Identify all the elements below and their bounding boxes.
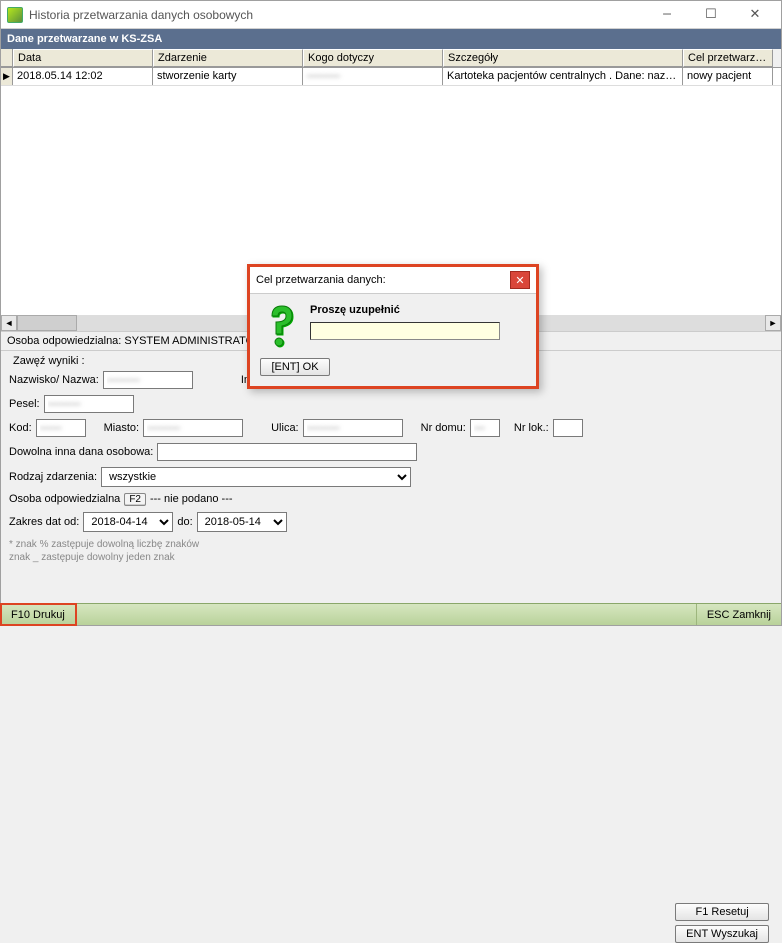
dialog-ok-button[interactable]: [ENT] OK [260, 358, 330, 376]
minimize-button[interactable]: ─ [645, 3, 689, 27]
cell-cel: nowy pacjent [683, 68, 773, 85]
scroll-right-arrow[interactable]: ► [765, 315, 781, 331]
cell-szczegoly: Kartoteka pacjentów centralnych . Dane: … [443, 68, 683, 85]
cell-kogo: ——— [303, 68, 443, 85]
maximize-button[interactable]: ☐ [689, 3, 733, 27]
col-header-kogo[interactable]: Kogo dotyczy [303, 49, 443, 67]
nrdomu-input[interactable] [470, 419, 500, 437]
nazwisko-label: Nazwisko/ Nazwa: [9, 374, 99, 386]
col-header-data[interactable]: Data [13, 49, 153, 67]
pesel-label: Pesel: [9, 398, 40, 410]
bottom-bar: F10 Drukuj ESC Zamknij [1, 603, 781, 625]
dowolna-input[interactable] [157, 443, 417, 461]
rodzaj-select[interactable]: wszystkie [101, 467, 411, 487]
grid-header: Data Zdarzenie Kogo dotyczy Szczegóły Ce… [1, 49, 781, 68]
kod-input[interactable] [36, 419, 86, 437]
close-button[interactable]: ESC Zamknij [696, 604, 781, 625]
responsible-label: Osoba odpowiedzialna: [7, 335, 124, 347]
scroll-thumb[interactable] [17, 315, 77, 331]
question-icon [260, 304, 300, 348]
zakres-label: Zakres dat od: [9, 516, 79, 528]
responsible-value: SYSTEM ADMINISTRATO [124, 335, 254, 347]
osoba-label: Osoba odpowiedzialna [9, 493, 120, 505]
purpose-input[interactable] [310, 322, 500, 340]
section-header: Dane przetwarzane w KS-ZSA [1, 29, 781, 49]
purpose-dialog: Cel przetwarzania danych: ✕ Proszę uzupe… [247, 264, 539, 389]
dowolna-label: Dowolna inna dana osobowa: [9, 446, 153, 458]
wildcard-hint: * znak % zastępuje dowolną liczbę znaków… [9, 538, 773, 564]
dialog-prompt: Proszę uzupełnić [310, 304, 500, 316]
row-marker: ▶ [1, 68, 13, 85]
dialog-title: Cel przetwarzania danych: [256, 274, 386, 286]
close-window-button[interactable]: ✕ [733, 3, 777, 27]
kod-label: Kod: [9, 422, 32, 434]
titlebar: Historia przetwarzania danych osobowych … [1, 1, 781, 29]
col-header-zdarzenie[interactable]: Zdarzenie [153, 49, 303, 67]
col-header-szczegoly[interactable]: Szczegóły [443, 49, 683, 67]
ulica-input[interactable] [303, 419, 403, 437]
rodzaj-label: Rodzaj zdarzenia: [9, 471, 97, 483]
nrdomu-label: Nr domu: [421, 422, 466, 434]
date-from-select[interactable]: 2018-04-14 [83, 512, 173, 532]
miasto-label: Miasto: [104, 422, 139, 434]
reset-button[interactable]: F1 Resetuj [675, 903, 769, 921]
nazwisko-input[interactable] [103, 371, 193, 389]
date-to-select[interactable]: 2018-05-14 [197, 512, 287, 532]
search-button[interactable]: ENT Wyszukaj [675, 925, 769, 943]
col-header-cel[interactable]: Cel przetwarzania [683, 49, 773, 67]
window-title: Historia przetwarzania danych osobowych [29, 8, 645, 22]
dialog-close-button[interactable]: ✕ [510, 271, 530, 289]
app-icon [7, 7, 23, 23]
scroll-left-arrow[interactable]: ◄ [1, 315, 17, 331]
ulica-label: Ulica: [271, 422, 299, 434]
do-label: do: [177, 516, 192, 528]
cell-zdarzenie: stworzenie karty [153, 68, 303, 85]
osoba-f2-key[interactable]: F2 [124, 493, 146, 506]
nrlok-label: Nr lok.: [514, 422, 549, 434]
miasto-input[interactable] [143, 419, 243, 437]
cell-data: 2018.05.14 12:02 [13, 68, 153, 85]
row-selector-header [1, 49, 13, 67]
nrlok-input[interactable] [553, 419, 583, 437]
print-button[interactable]: F10 Drukuj [1, 604, 76, 625]
osoba-value: --- nie podano --- [150, 493, 233, 505]
pesel-input[interactable] [44, 395, 134, 413]
dialog-titlebar: Cel przetwarzania danych: ✕ [250, 267, 536, 294]
table-row[interactable]: ▶ 2018.05.14 12:02 stworzenie karty ——— … [1, 68, 781, 86]
